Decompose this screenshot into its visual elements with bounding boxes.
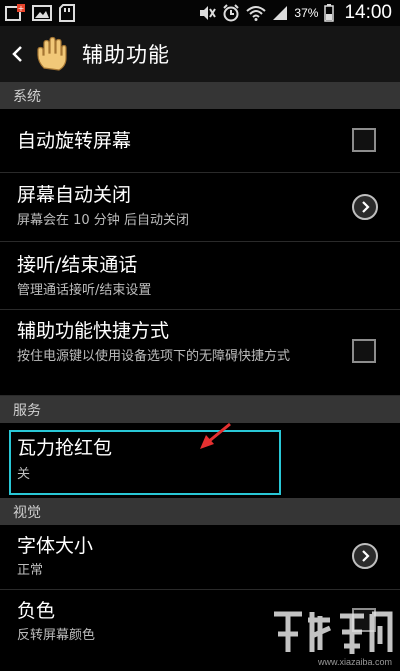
row-title: 字体大小 xyxy=(17,535,94,557)
row-subtitle: 正常 xyxy=(17,563,44,578)
row-title: 接听/结束通话 xyxy=(17,254,138,276)
action-bar: 辅助功能 xyxy=(0,26,400,82)
red-arrow-annotation xyxy=(200,422,231,449)
svg-text:+: + xyxy=(18,4,25,13)
chevron-right-icon xyxy=(362,550,370,562)
watermark-logo xyxy=(274,611,393,654)
mute-icon xyxy=(198,5,217,21)
setting-row-font-size[interactable]: 字体大小 正常 xyxy=(0,525,400,590)
font-size-more-button[interactable] xyxy=(352,543,378,569)
battery-percent: 37% xyxy=(294,6,319,20)
accessibility-shortcut-checkbox[interactable] xyxy=(352,339,376,363)
signal-icon xyxy=(272,5,288,21)
setting-row-screen-timeout[interactable]: 屏幕自动关闭 屏幕会在 10 分钟 后自动关闭 xyxy=(0,173,400,242)
sd-card-icon xyxy=(59,4,75,22)
battery-icon xyxy=(324,4,335,22)
chevron-left-icon xyxy=(12,46,22,62)
alarm-icon xyxy=(222,4,240,22)
row-subtitle: 管理通话接听/结束设置 xyxy=(17,283,152,298)
setting-row-auto-rotate[interactable]: 自动旋转屏幕 xyxy=(0,109,400,173)
row-subtitle: 屏幕会在 10 分钟 后自动关闭 xyxy=(17,213,189,228)
notification-add-icon: + xyxy=(5,4,25,22)
setting-row-answer-end-calls[interactable]: 接听/结束通话 管理通话接听/结束设置 xyxy=(0,242,400,310)
status-bar: + 37% 14:00 xyxy=(0,0,400,26)
wifi-icon xyxy=(246,5,267,21)
row-subtitle: 反转屏幕颜色 xyxy=(17,628,96,643)
back-button[interactable] xyxy=(2,26,32,82)
row-title: 屏幕自动关闭 xyxy=(17,184,132,206)
row-title: 负色 xyxy=(17,600,56,622)
row-title: 辅助功能快捷方式 xyxy=(17,320,170,342)
section-header-vision: 视觉 xyxy=(0,498,400,525)
setting-row-accessibility-shortcut[interactable]: 辅助功能快捷方式 按住电源键以使用设备选项下的无障碍快捷方式 xyxy=(0,310,400,396)
row-subtitle: 按住电源键以使用设备选项下的无障碍快捷方式 xyxy=(17,349,291,364)
page-title: 辅助功能 xyxy=(82,43,170,67)
highlight-box xyxy=(9,430,281,495)
chevron-right-icon xyxy=(362,201,370,213)
row-title: 自动旋转屏幕 xyxy=(17,130,132,152)
auto-rotate-checkbox[interactable] xyxy=(352,128,376,152)
gallery-icon xyxy=(32,5,52,21)
clock: 14:00 xyxy=(344,2,392,23)
hand-icon xyxy=(32,34,72,74)
section-header-system: 系统 xyxy=(0,82,400,109)
screen-timeout-more-button[interactable] xyxy=(352,194,378,220)
watermark-url: www.xiazaiba.com xyxy=(318,657,393,667)
